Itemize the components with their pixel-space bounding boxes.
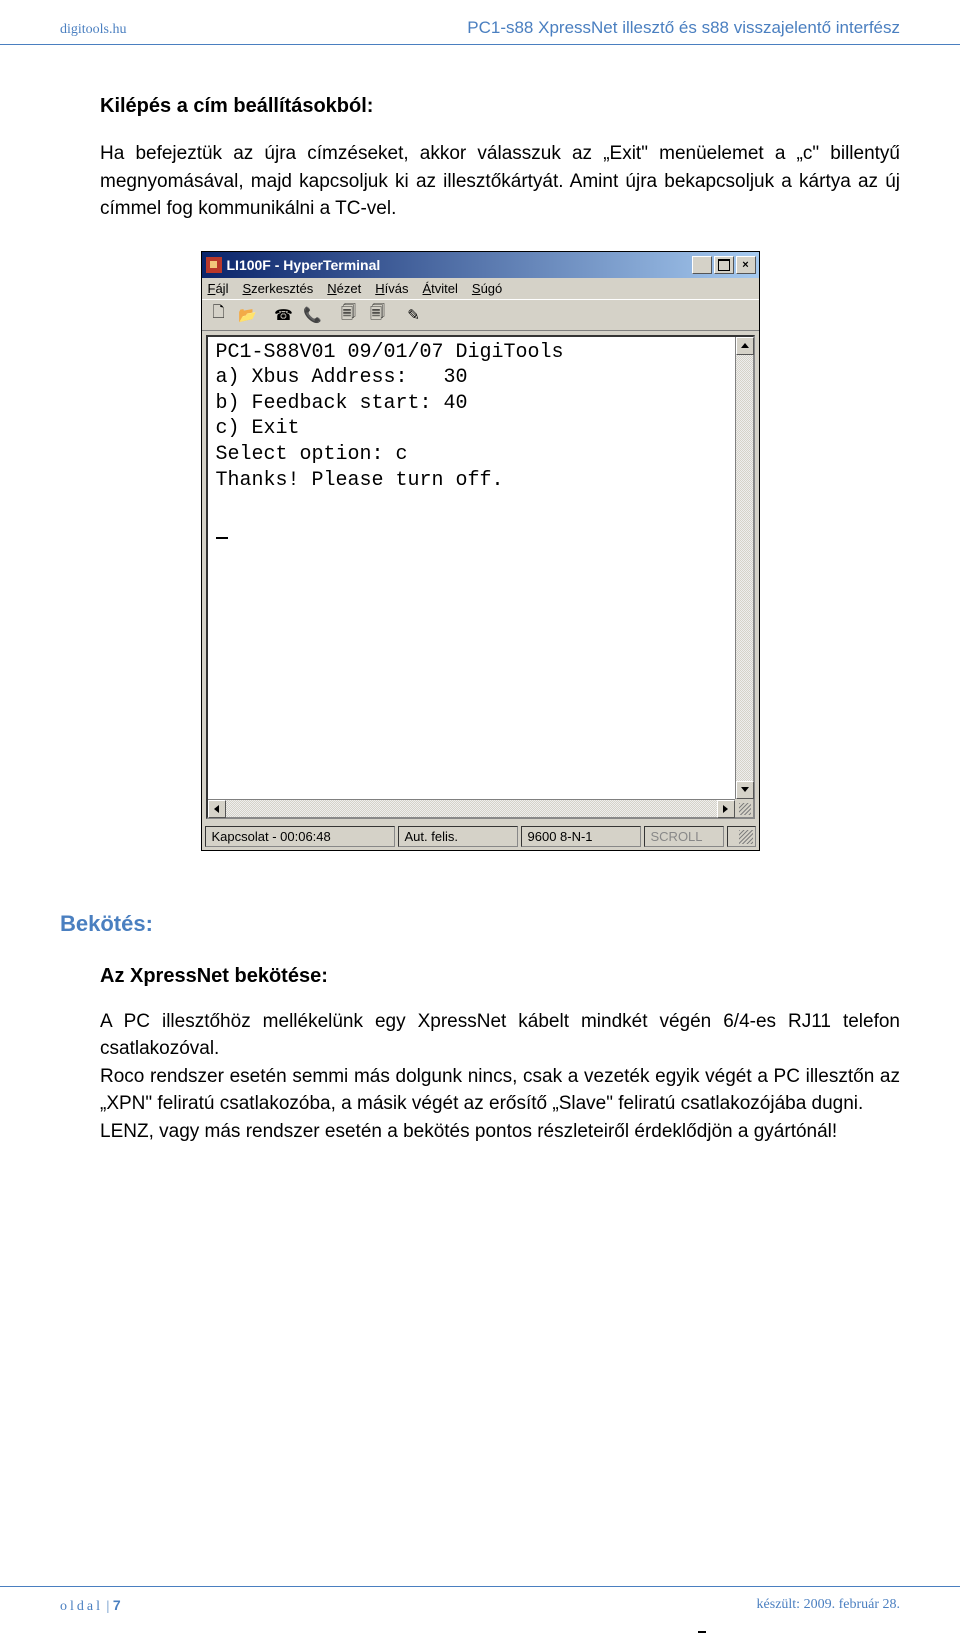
maximize-button[interactable] <box>714 256 734 274</box>
window-titlebar[interactable]: LI100F - HyperTerminal × <box>202 252 759 278</box>
send-button[interactable]: 🗐 <box>336 303 362 327</box>
term-line: c) Exit <box>216 416 745 442</box>
scroll-right-button[interactable] <box>717 800 735 818</box>
menu-transfer[interactable]: Átvitel <box>422 281 457 296</box>
term-line <box>216 493 745 519</box>
section-exit: Kilépés a cím beállításokból: Ha befejez… <box>100 95 900 223</box>
scroll-down-button[interactable] <box>736 781 754 799</box>
resize-grip-icon[interactable] <box>739 830 753 844</box>
term-cursor <box>216 519 745 548</box>
paragraph-cable: A PC illesztőhöz mellékelünk egy XpressN… <box>100 1008 900 1063</box>
window-title: LI100F - HyperTerminal <box>227 257 381 273</box>
status-detect: Aut. felis. <box>398 826 518 847</box>
hyperterminal-window: LI100F - HyperTerminal × Fdocument.curre… <box>201 251 760 851</box>
status-scroll: SCROLL <box>644 826 724 847</box>
page-content: Kilépés a cím beállításokból: Ha befejez… <box>0 45 960 1203</box>
paragraph-exit: Ha befejeztük az újra címzéseket, akkor … <box>100 140 900 223</box>
paragraph-lenz: LENZ, vagy más rendszer esetén a bekötés… <box>100 1118 900 1146</box>
page-indicator: oldal | 7 <box>60 1597 121 1615</box>
menu-file[interactable]: Fdocument.currentScript.previousElementS… <box>208 281 229 296</box>
term-line: Select option: c <box>216 442 745 468</box>
disconnect-button[interactable]: 📞 <box>300 303 326 327</box>
subheading-xpressnet: Az XpressNet bekötése: <box>100 965 900 988</box>
connect-button[interactable]: ☎ <box>271 303 297 327</box>
term-line: Thanks! Please turn off. <box>216 468 745 494</box>
scroll-corner <box>735 799 753 817</box>
properties-button[interactable]: ✎ <box>401 303 427 327</box>
menu-call[interactable]: Hívás <box>375 281 408 296</box>
term-line: b) Feedback start: 40 <box>216 391 745 417</box>
menu-help[interactable]: Súgó <box>472 281 502 296</box>
site-name: digitools.hu <box>60 22 127 38</box>
menu-edit[interactable]: Szerkesztés <box>242 281 313 296</box>
section-heading-bekotes: Bekötés: <box>60 911 900 937</box>
scroll-track[interactable] <box>226 800 717 817</box>
document-title: PC1-s88 XpressNet illesztő és s88 vissza… <box>467 18 900 38</box>
term-line: PC1-S88V01 09/01/07 DigiTools <box>216 340 745 366</box>
paragraph-roco: Roco rendszer esetén semmi más dolgunk n… <box>100 1063 900 1118</box>
status-bar: Kapcsolat - 00:06:48 Aut. felis. 9600 8-… <box>202 823 759 850</box>
section-heading-exit: Kilépés a cím beállításokból: <box>100 95 900 118</box>
close-button[interactable]: × <box>736 256 756 274</box>
open-button[interactable]: 📂 <box>235 303 261 327</box>
scroll-up-button[interactable] <box>736 337 754 355</box>
status-connection: Kapcsolat - 00:06:48 <box>205 826 395 847</box>
new-button[interactable]: 🗋 <box>206 303 232 327</box>
scroll-left-button[interactable] <box>208 800 226 818</box>
page-footer: oldal | 7 készült: 2009. február 28. <box>0 1586 960 1637</box>
footer-date: készült: 2009. február 28. <box>757 1597 900 1615</box>
vertical-scrollbar[interactable] <box>735 337 753 799</box>
receive-button[interactable]: 🗐 <box>365 303 391 327</box>
terminal-output[interactable]: PC1-S88V01 09/01/07 DigiTools a) Xbus Ad… <box>208 337 753 817</box>
page-header: digitools.hu PC1-s88 XpressNet illesztő … <box>0 0 960 45</box>
horizontal-scrollbar[interactable] <box>208 799 735 817</box>
menu-bar: Fdocument.currentScript.previousElementS… <box>202 278 759 299</box>
terminal-frame: PC1-S88V01 09/01/07 DigiTools a) Xbus Ad… <box>206 335 755 819</box>
status-params: 9600 8-N-1 <box>521 826 641 847</box>
minimize-button[interactable] <box>692 256 712 274</box>
scroll-track[interactable] <box>736 355 753 781</box>
menu-view[interactable]: Nézet <box>327 281 361 296</box>
term-line: a) Xbus Address: 30 <box>216 365 745 391</box>
toolbar: 🗋 📂 ☎ 📞 🗐 🗐 ✎ <box>202 299 759 331</box>
status-empty <box>727 826 756 847</box>
app-icon <box>206 257 222 273</box>
section-xpressnet: Az XpressNet bekötése: A PC illesztőhöz … <box>100 965 900 1146</box>
